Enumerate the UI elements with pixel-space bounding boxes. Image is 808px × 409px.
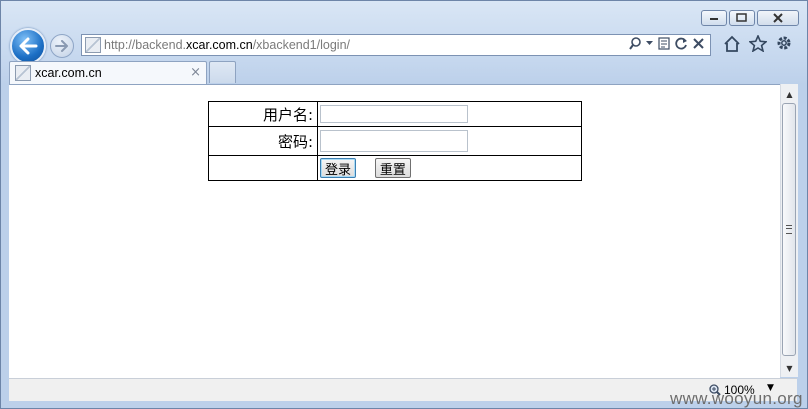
home-button[interactable] [723,33,741,53]
tools-button[interactable] [775,33,793,53]
search-icon[interactable] [629,37,641,50]
restore-icon [736,13,747,22]
username-cell [317,101,582,127]
url-domain: xcar.com.cn [186,38,253,52]
compatibility-view-icon[interactable] [658,37,670,50]
password-row: 密码: [208,126,582,156]
stop-icon[interactable] [693,38,704,49]
new-tab-button[interactable] [209,61,236,83]
browser-toolbar [723,33,793,53]
address-bar[interactable]: http://backend.xcar.com.cn/xbackend1/log… [81,34,711,56]
gear-icon [777,36,791,50]
grip-icon [786,225,792,234]
favorites-button[interactable] [749,33,767,53]
close-icon [773,13,783,23]
reset-button[interactable]: 重置 [374,158,411,178]
username-input[interactable] [320,105,468,123]
window-controls [701,10,799,26]
username-label: 用户名: [208,101,318,127]
password-label: 密码: [208,126,318,156]
password-cell [317,126,582,156]
buttons-cell: 登录 重置 [317,155,582,181]
forward-button[interactable] [50,34,74,58]
home-icon [724,35,740,52]
login-form: 用户名: 密码: 登录 重置 [208,101,582,181]
buttons-row: 登录 重置 [208,155,582,181]
back-arrow-icon [19,37,38,55]
url-prefix: http://backend. [104,38,187,52]
minimize-icon [710,18,718,20]
restore-button[interactable] [729,10,755,26]
forward-arrow-icon [55,40,68,52]
back-button[interactable] [10,28,46,64]
tab-favicon-icon [15,65,31,81]
scroll-down-icon[interactable]: ▼ [781,360,798,376]
tab-close-icon[interactable]: × [190,65,201,80]
page-favicon-icon [85,37,101,53]
password-input[interactable] [320,130,468,152]
username-row: 用户名: [208,101,582,127]
tab-active[interactable]: xcar.com.cn × [9,61,207,84]
address-actions [629,37,704,50]
url-path: /xbackend1/login/ [252,38,350,52]
vertical-scrollbar[interactable]: ▲ ▼ [780,84,798,377]
scroll-thumb[interactable] [782,103,796,356]
close-window-button[interactable] [757,10,799,26]
empty-cell [208,155,318,181]
watermark: www.wooyun.org [670,389,803,408]
scroll-up-icon[interactable]: ▲ [781,86,798,102]
star-icon [749,34,767,52]
minimize-button[interactable] [701,10,727,26]
tab-title: xcar.com.cn [35,66,102,80]
login-button[interactable]: 登录 [320,158,357,178]
refresh-icon[interactable] [675,37,688,50]
dropdown-icon[interactable] [646,41,653,46]
address-url[interactable]: http://backend.xcar.com.cn/xbackend1/log… [104,38,350,52]
browser-window: http://backend.xcar.com.cn/xbackend1/log… [0,0,808,409]
